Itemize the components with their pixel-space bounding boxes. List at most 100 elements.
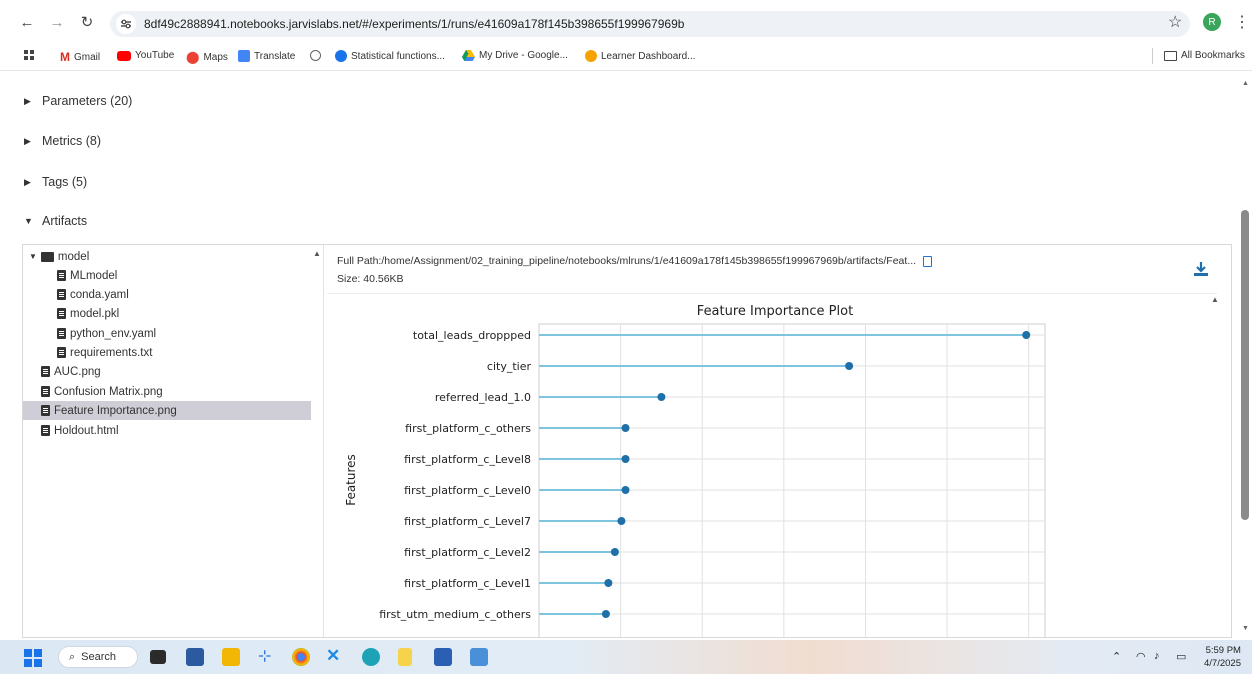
windows-start-icon[interactable] <box>24 649 42 667</box>
tree-file-feature-importance-png[interactable]: Feature Importance.png <box>23 401 311 420</box>
bookmark-translate[interactable]: Translate <box>238 50 295 62</box>
chart-y-axis-label: Features <box>344 454 358 506</box>
chart-grid <box>538 323 1046 637</box>
bookmark-learner-dashboard[interactable]: Learner Dashboard... <box>585 50 696 62</box>
lollipop-point <box>617 517 626 525</box>
metrics-section-header[interactable]: ▶ Metrics (8) <box>24 134 101 148</box>
chart-title: Feature Importance Plot <box>697 304 853 319</box>
tray-chevron-up-icon[interactable]: ⌃ <box>1112 650 1121 663</box>
vscode-icon[interactable]: ✕ <box>326 646 344 665</box>
bookmark-globe[interactable] <box>310 50 321 61</box>
y-tick-label: city_tier <box>487 360 532 373</box>
lollipop-point <box>1022 331 1031 339</box>
volume-icon[interactable]: ♪ <box>1154 650 1160 662</box>
tree-file-auc-png[interactable]: AUC.png <box>41 362 101 381</box>
browser-menu-icon[interactable]: ⋮ <box>1234 12 1250 32</box>
chrome-icon[interactable] <box>292 648 310 666</box>
folder-icon <box>40 251 54 262</box>
artifact-size: Size: 40.56KB <box>337 273 404 285</box>
lollipop-point <box>621 486 630 494</box>
bookmark-youtube[interactable]: YouTube <box>117 50 174 61</box>
scrollbar-thumb[interactable] <box>1241 210 1249 520</box>
file-icon <box>41 386 50 397</box>
url-text[interactable]: 8df49c2888941.notebooks.jarvislabs.net/#… <box>144 17 684 31</box>
task-view-icon[interactable] <box>150 650 166 664</box>
lollipop-point <box>610 548 619 556</box>
y-tick-label: first_platform_c_Level2 <box>404 546 531 559</box>
bookmarks-bar: M Gmail YouTube ⬤ Maps Translate Statist… <box>0 44 1252 71</box>
chart-tick-labels: total_leads_droppped city_tier referred_le… <box>379 329 531 621</box>
file-icon <box>57 270 66 281</box>
y-tick-label: first_utm_medium_c_others <box>379 608 531 621</box>
battery-icon[interactable]: ▭ <box>1176 650 1186 663</box>
bookmark-maps[interactable]: ⬤ Maps <box>186 50 228 64</box>
tree-file-mlmodel[interactable]: MLmodel <box>57 266 117 285</box>
search-icon: ⌕ <box>69 650 76 663</box>
wifi-icon[interactable]: ◠ <box>1136 650 1146 663</box>
copy-icon[interactable] <box>923 255 932 267</box>
translate-icon <box>238 50 250 62</box>
bookmark-my-drive[interactable]: My Drive - Google... <box>462 50 568 61</box>
file-icon <box>41 405 50 416</box>
y-tick-label: first_platform_c_Level1 <box>404 577 531 590</box>
store-icon[interactable] <box>186 648 204 666</box>
address-bar[interactable]: 8df49c2888941.notebooks.jarvislabs.net/#… <box>110 11 1190 37</box>
y-tick-label: total_leads_droppped <box>413 329 531 342</box>
site-info-icon[interactable] <box>116 14 136 34</box>
tree-file-model-pkl[interactable]: model.pkl <box>57 304 119 323</box>
bookmark-statistical-functions[interactable]: Statistical functions... <box>335 50 445 62</box>
file-icon <box>41 425 50 436</box>
tree-file-requirements-txt[interactable]: requirements.txt <box>57 343 152 362</box>
bookmark-gmail[interactable]: M Gmail <box>60 50 100 64</box>
reload-icon[interactable]: ↻ <box>76 11 98 33</box>
tree-folder-model[interactable]: ▼ model <box>29 247 89 266</box>
profile-avatar[interactable]: R <box>1203 13 1221 31</box>
caret-right-icon: ▶ <box>24 95 31 106</box>
word-icon[interactable] <box>434 648 452 666</box>
notepad-icon[interactable] <box>398 648 412 666</box>
tree-scroll-up-icon[interactable]: ▲ <box>313 249 321 258</box>
system-clock[interactable]: 5:59 PM 4/7/2025 <box>1204 644 1241 670</box>
tree-file-conda-yaml[interactable]: conda.yaml <box>57 285 129 304</box>
lollipop-point <box>621 455 630 463</box>
lollipop-point <box>621 424 630 432</box>
artifacts-section-header[interactable]: ▼ Artifacts <box>24 214 87 228</box>
globe-icon <box>310 50 321 61</box>
y-tick-label: first_platform_c_Level7 <box>404 515 531 528</box>
parameters-section-header[interactable]: ▶ Parameters (20) <box>24 94 132 108</box>
apps-grid-icon[interactable] <box>24 50 35 61</box>
all-bookmarks-button[interactable]: All Bookmarks <box>1164 50 1245 61</box>
artifact-tree: ▼ model MLmodel conda.yaml model.pkl pyt… <box>23 245 324 637</box>
bookmarks-divider <box>1152 48 1153 64</box>
feature-importance-chart: Feature Importance Plot Features total_l… <box>344 304 1046 637</box>
download-icon[interactable] <box>1193 261 1209 282</box>
photos-icon[interactable] <box>470 648 488 666</box>
network-app-icon[interactable]: ⊹ <box>258 646 276 665</box>
lollipop-point <box>845 362 854 370</box>
artifact-full-path: Full Path:/home/Assignment/02_training_p… <box>337 255 932 267</box>
page-scrollbar[interactable]: ▲ ▼ <box>1240 80 1250 640</box>
scroll-down-icon[interactable]: ▼ <box>1242 625 1249 632</box>
bookmark-star-icon[interactable]: ☆ <box>1168 12 1182 32</box>
forward-arrow-icon[interactable]: → <box>46 11 68 33</box>
taskbar-search[interactable]: ⌕ Search <box>58 646 138 668</box>
tree-file-confusion-matrix-png[interactable]: Confusion Matrix.png <box>41 382 163 401</box>
windows-taskbar: ⌕ Search ⊹ ✕ ⌃ ◠ ♪ ▭ 5:59 PM 4/7/2025 <box>0 640 1252 674</box>
tags-section-header[interactable]: ▶ Tags (5) <box>24 175 87 189</box>
edge-icon[interactable] <box>362 648 380 666</box>
file-explorer-icon[interactable] <box>222 648 240 666</box>
y-tick-label: first_platform_c_Level0 <box>404 484 531 497</box>
artifact-preview: Full Path:/home/Assignment/02_training_p… <box>323 245 1231 637</box>
tree-file-holdout-html[interactable]: Holdout.html <box>41 421 119 440</box>
caret-right-icon: ▶ <box>24 135 31 146</box>
y-tick-label: referred_lead_1.0 <box>435 391 531 404</box>
y-tick-label: first_platform_c_others <box>405 422 531 435</box>
back-arrow-icon[interactable]: ← <box>16 11 38 33</box>
feature-importance-plot: Feature Importance Plot Features total_l… <box>327 293 1217 637</box>
gmail-icon: M <box>60 50 70 64</box>
scroll-up-icon[interactable]: ▲ <box>1242 80 1249 87</box>
chart-marks <box>539 331 1031 618</box>
google-drive-icon <box>462 50 475 61</box>
tree-file-python-env-yaml[interactable]: python_env.yaml <box>57 324 156 343</box>
file-icon <box>57 308 66 319</box>
